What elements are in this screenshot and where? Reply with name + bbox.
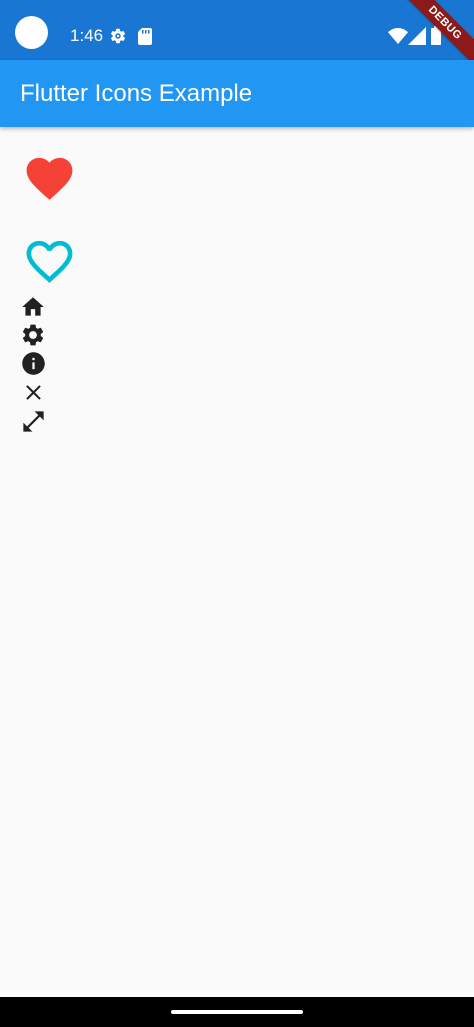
- gear-icon: [110, 28, 126, 44]
- status-bar: 1:46 DEBUG: [0, 0, 474, 69]
- favorite-border-icon: [26, 240, 73, 283]
- info-icon: [22, 352, 45, 375]
- open-in-full-icon: [23, 411, 44, 432]
- app-bar: Flutter Icons Example: [0, 60, 474, 127]
- signal-icon: [408, 27, 426, 45]
- home-gesture-handle[interactable]: [171, 1010, 303, 1014]
- system-navigation-bar: [0, 997, 474, 1027]
- status-avatar-icon: [15, 16, 48, 49]
- home-icon: [22, 297, 44, 316]
- sd-card-icon: [138, 28, 152, 45]
- close-icon: [26, 385, 41, 400]
- favorite-icon: [26, 157, 73, 200]
- app-screen: 1:46 DEBUG Flutter Icons Example: [0, 0, 474, 1027]
- wifi-icon: [388, 28, 408, 44]
- app-title: Flutter Icons Example: [20, 80, 253, 107]
- settings-icon: [22, 324, 44, 346]
- status-time: 1:46: [70, 26, 104, 45]
